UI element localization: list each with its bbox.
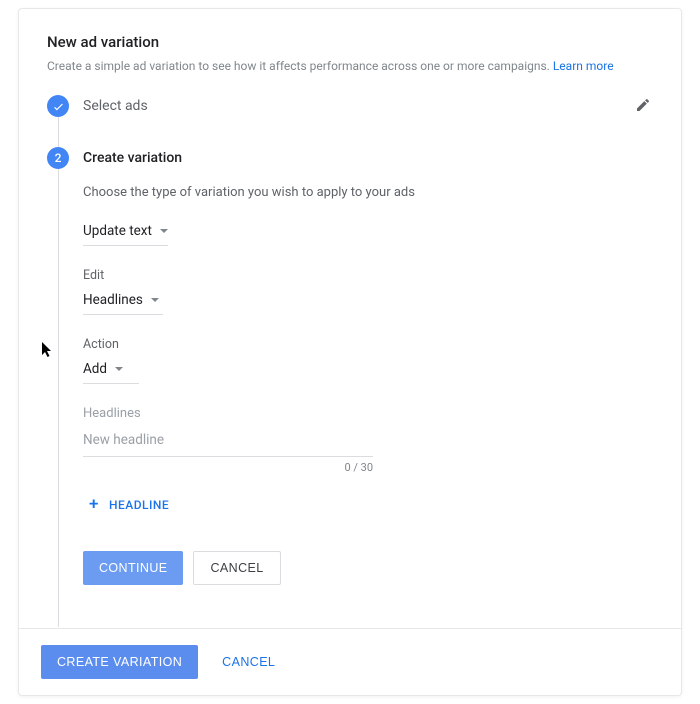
edit-dropdown[interactable]: Headlines [83, 290, 163, 315]
headlines-label: Headlines [83, 406, 653, 421]
step-create-variation: 2 Create variation Choose the type of va… [47, 147, 653, 613]
dialog-content: New ad variation Create a simple ad vari… [19, 9, 681, 628]
step1-title: Select ads [83, 98, 148, 114]
chevron-down-icon [151, 298, 159, 302]
step-select-ads: Select ads [47, 95, 653, 147]
action-field: Action Add [83, 337, 653, 384]
action-label: Action [83, 337, 653, 352]
edit-field: Edit Headlines [83, 268, 653, 315]
pencil-icon [635, 97, 651, 113]
add-headline-button[interactable]: + HEADLINE [83, 492, 175, 517]
edit-step1-button[interactable] [635, 97, 653, 115]
step-icon-complete [47, 95, 69, 117]
plus-icon: + [89, 496, 99, 513]
step2-description: Choose the type of variation you wish to… [83, 185, 653, 200]
variation-type-field: Update text [83, 220, 653, 246]
step2-title: Create variation [83, 150, 182, 166]
page-subtitle: Create a simple ad variation to see how … [47, 59, 653, 73]
edit-value: Headlines [83, 292, 143, 308]
char-count: 0 / 30 [83, 461, 373, 474]
action-dropdown[interactable]: Add [83, 359, 139, 384]
headline-placeholder: New headline [83, 432, 164, 448]
step2-buttons: CONTINUE CANCEL [83, 551, 653, 585]
chevron-down-icon [115, 367, 123, 371]
action-value: Add [83, 361, 107, 377]
dialog-card: New ad variation Create a simple ad vari… [18, 8, 682, 696]
stepper: Select ads 2 Create variation Choose the… [47, 95, 653, 628]
step2-body: Choose the type of variation you wish to… [83, 169, 653, 613]
check-icon [52, 100, 65, 113]
subtitle-text: Create a simple ad variation to see how … [47, 59, 550, 73]
add-headline-label: HEADLINE [109, 498, 169, 512]
chevron-down-icon [160, 229, 168, 233]
learn-more-link[interactable]: Learn more [553, 59, 614, 73]
step-icon-active: 2 [47, 147, 69, 169]
page-title: New ad variation [47, 33, 653, 51]
variation-type-dropdown[interactable]: Update text [83, 221, 168, 246]
continue-button[interactable]: CONTINUE [83, 551, 183, 585]
step-connector [58, 169, 59, 627]
create-variation-button[interactable]: CREATE VARIATION [41, 645, 198, 679]
cancel-button[interactable]: CANCEL [216, 645, 281, 679]
headline-input[interactable]: New headline [83, 429, 373, 457]
variation-type-value: Update text [83, 223, 152, 239]
dialog-footer: CREATE VARIATION CANCEL [19, 628, 681, 695]
edit-label: Edit [83, 268, 653, 283]
cancel-step-button[interactable]: CANCEL [193, 551, 280, 585]
